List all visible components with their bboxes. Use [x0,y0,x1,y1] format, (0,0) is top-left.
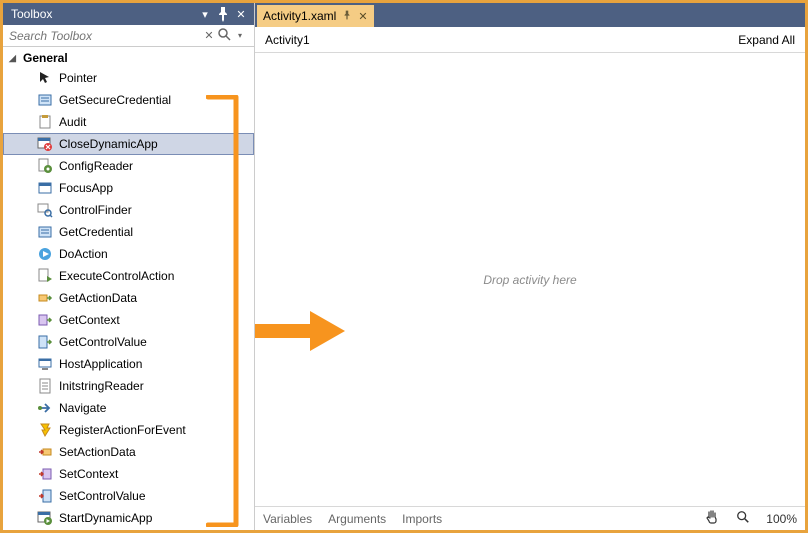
host-icon [37,356,53,372]
breadcrumb-title[interactable]: Activity1 [265,33,738,47]
zoom-icon[interactable] [736,510,750,527]
toolbox-panel: Toolbox ▾ ✕ ✕ ▾ ◢ General Pointer GetSecu… [3,3,255,530]
search-icon[interactable] [216,26,232,45]
context-out-icon [37,312,53,328]
close-app-icon [37,136,53,152]
form-icon [37,92,53,108]
toolbox-item[interactable]: ControlFinder [3,199,254,221]
toolbox-item-label: ExecuteControlAction [59,269,174,283]
value-out-icon [37,334,53,350]
toolbox-item[interactable]: CloseDynamicApp [3,133,254,155]
toolbox-item-label: InitstringReader [59,379,144,393]
toolbox-item-label: Pointer [59,71,97,85]
doc-icon [37,378,53,394]
toolbox-item-label: RegisterActionForEvent [59,423,186,437]
toolbox-item[interactable]: UnregisterActionForEvent [3,529,254,530]
toolbox-item[interactable]: DoAction [3,243,254,265]
toolbox-item[interactable]: ConfigReader [3,155,254,177]
action-icon [37,246,53,262]
toolbox-item-label: Audit [59,115,86,129]
toolbox-item-label: StartDynamicApp [59,511,152,525]
pin-icon[interactable] [214,5,232,23]
context-in-icon [37,466,53,482]
cursor-icon [37,70,53,86]
toolbox-item[interactable]: ExecuteControlAction [3,265,254,287]
toolbox-item-label: SetActionData [59,445,136,459]
tab-activity1[interactable]: Activity1.xaml ✕ [257,5,374,27]
toolbox-title: Toolbox [11,7,196,21]
toolbox-tree: ◢ General Pointer GetSecureCredential Audi… [3,47,254,530]
toolbox-item-label: ConfigReader [59,159,133,173]
toolbox-item-label: GetControlValue [59,335,147,349]
toolbox-group-header[interactable]: ◢ General [3,49,254,67]
close-icon[interactable]: ✕ [232,5,250,23]
search-clear-icon[interactable]: ✕ [202,29,216,42]
toolbox-header: Toolbox ▾ ✕ [3,3,254,25]
zoom-level[interactable]: 100% [766,512,797,526]
start-app-icon [37,510,53,526]
search-dropdown-icon[interactable]: ▾ [232,31,248,40]
find-icon [37,202,53,218]
toolbox-item-label: SetControlValue [59,489,146,503]
toolbox-item[interactable]: Audit [3,111,254,133]
toolbox-item-label: DoAction [59,247,108,261]
toolbox-item-label: FocusApp [59,181,113,195]
toolbox-item-label: GetActionData [59,291,137,305]
toolbox-item[interactable]: SetControlValue [3,485,254,507]
editor-bottom-bar: Variables Arguments Imports 100% [255,506,805,530]
toolbox-item-label: CloseDynamicApp [59,137,158,151]
toolbox-item[interactable]: Pointer [3,67,254,89]
toolbox-item[interactable]: Navigate [3,397,254,419]
navigate-icon [37,400,53,416]
toolbox-search: ✕ ▾ [3,25,254,47]
group-label: General [23,51,68,65]
bottom-link-variables[interactable]: Variables [263,512,312,526]
toolbox-item-label: GetSecureCredential [59,93,171,107]
bottom-link-arguments[interactable]: Arguments [328,512,386,526]
toolbox-item[interactable]: FocusApp [3,177,254,199]
clipboard-icon [37,114,53,130]
window-icon [37,180,53,196]
canvas-hint: Drop activity here [483,273,576,287]
form-icon [37,224,53,240]
designer-canvas[interactable]: Drop activity here [255,53,805,506]
toolbox-item[interactable]: GetControlValue [3,331,254,353]
tab-strip: Activity1.xaml ✕ [255,3,805,27]
toolbox-item[interactable]: SetContext [3,463,254,485]
toolbox-menu-dropdown-icon[interactable]: ▾ [196,5,214,23]
toolbox-item[interactable]: GetActionData [3,287,254,309]
data-out-icon [37,290,53,306]
gear-doc-icon [37,158,53,174]
play-doc-icon [37,268,53,284]
toolbox-item[interactable]: GetSecureCredential [3,89,254,111]
caret-down-icon: ◢ [9,53,19,63]
toolbox-item-label: ControlFinder [59,203,132,217]
toolbox-item[interactable]: RegisterActionForEvent [3,419,254,441]
toolbox-item-label: Navigate [59,401,106,415]
breadcrumb: Activity1 Expand All [255,27,805,53]
toolbox-item[interactable]: GetCredential [3,221,254,243]
toolbox-item-label: GetCredential [59,225,133,239]
toolbox-item[interactable]: HostApplication [3,353,254,375]
bottom-link-imports[interactable]: Imports [402,512,442,526]
toolbox-item-label: GetContext [59,313,120,327]
toolbox-item-label: HostApplication [59,357,142,371]
toolbox-item[interactable]: StartDynamicApp [3,507,254,529]
search-input[interactable] [9,29,202,43]
toolbox-item[interactable]: GetContext [3,309,254,331]
tab-close-icon[interactable]: ✕ [358,10,367,23]
value-in-icon [37,488,53,504]
expand-all-link[interactable]: Expand All [738,33,795,47]
tab-label: Activity1.xaml [263,9,336,23]
toolbox-item[interactable]: SetActionData [3,441,254,463]
tab-pin-icon[interactable] [342,10,352,23]
toolbox-item-label: SetContext [59,467,118,481]
editor-panel: Activity1.xaml ✕ Activity1 Expand All Dr… [255,3,805,530]
data-in-icon [37,444,53,460]
event-reg-icon [37,422,53,438]
toolbox-item[interactable]: InitstringReader [3,375,254,397]
pan-icon[interactable] [704,509,720,528]
